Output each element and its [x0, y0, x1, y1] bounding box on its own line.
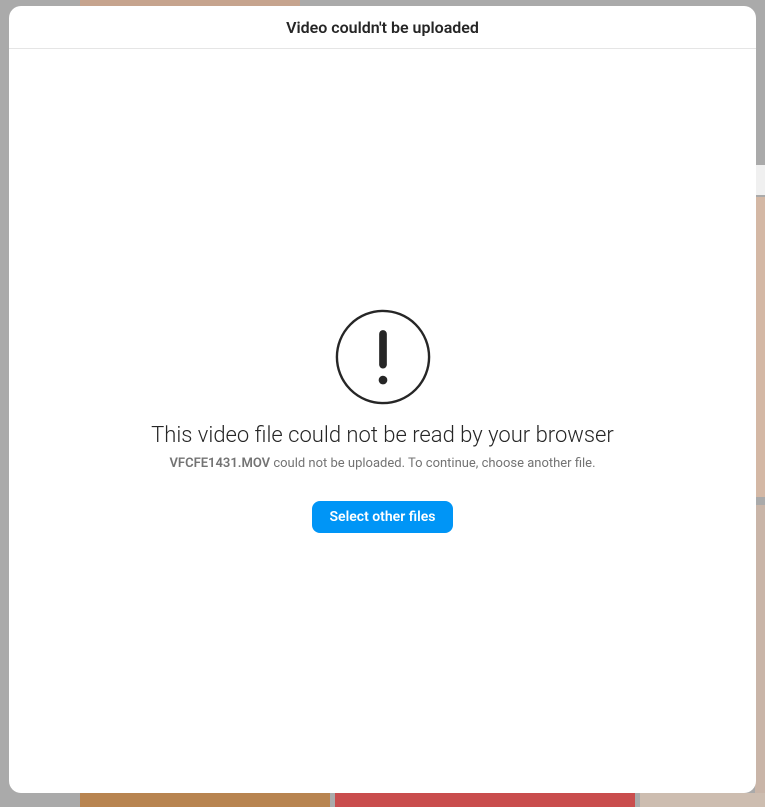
background-thumbnail [755, 505, 765, 795]
error-suffix: could not be uploaded. To continue, choo… [270, 456, 595, 471]
background-thumbnail [755, 165, 765, 195]
modal-body: This video file could not be read by you… [9, 49, 756, 793]
exclamation-circle-icon [335, 309, 431, 405]
error-subtext: VFCFE1431.MOV could not be uploaded. To … [169, 456, 595, 471]
background-thumbnail [755, 197, 765, 497]
select-other-files-button[interactable]: Select other files [312, 501, 454, 533]
modal-title: Video couldn't be uploaded [286, 18, 479, 37]
background-thumbnail [80, 793, 330, 807]
background-thumbnail [640, 793, 765, 807]
upload-error-modal: Video couldn't be uploaded This video fi… [9, 6, 756, 793]
error-headline: This video file could not be read by you… [151, 423, 614, 448]
modal-header: Video couldn't be uploaded [9, 6, 756, 49]
background-thumbnail [335, 793, 635, 807]
error-filename: VFCFE1431.MOV [169, 456, 270, 471]
